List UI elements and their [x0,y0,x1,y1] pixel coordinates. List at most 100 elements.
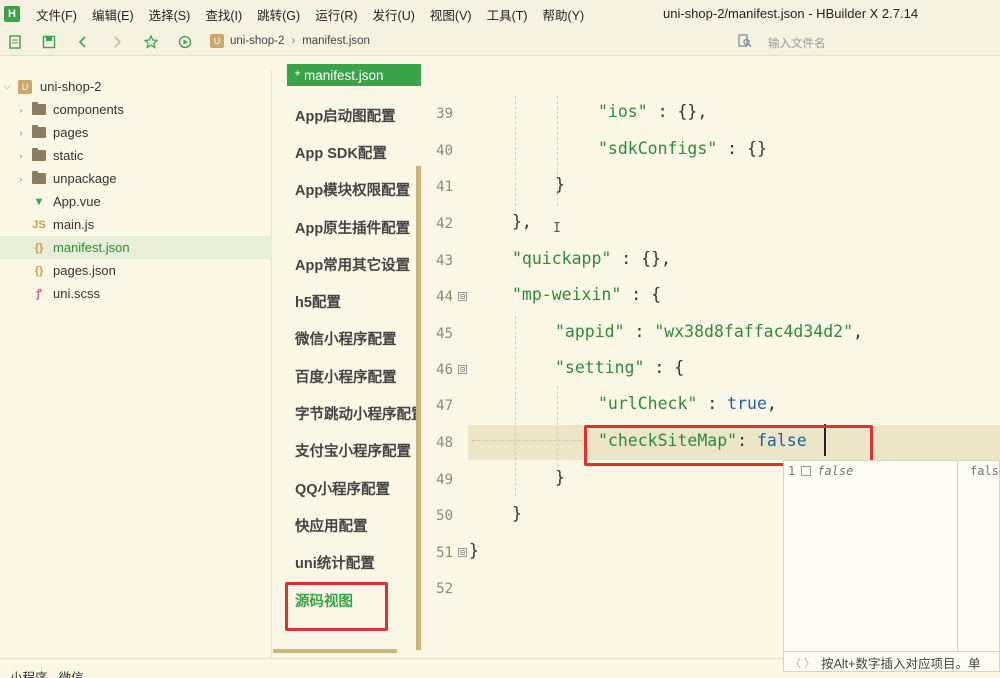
tab-manifest-json[interactable]: * manifest.json [287,64,421,86]
menu-edit[interactable]: 编辑(E) [92,5,134,24]
tree-item[interactable]: {} pages.json [0,259,272,282]
nav-uni-stat[interactable]: uni统计配置 [295,552,419,572]
mouse-ibeam-icon: I [553,221,561,236]
new-file-icon[interactable] [8,34,22,49]
line-number: 50 [436,508,453,524]
json-bool-value: true [727,394,767,413]
highlight-box-source-view [285,582,388,631]
nav-alipay[interactable]: 支付宝小程序配置 [295,440,419,460]
tree-item-label: static [53,148,84,163]
code-line: } [555,468,565,487]
json-key: "setting" [555,358,645,377]
autocomplete-index: 1 [788,464,796,478]
tree-project-root[interactable]: ⌵ U uni-shop-2 [0,75,272,98]
json-punct: : [697,394,728,413]
json-punct: : { [621,285,662,304]
folder-icon [32,148,46,161]
code-line: "setting" : { [555,358,684,377]
nav-weixin[interactable]: 微信小程序配置 [295,328,419,348]
nav-app-sdk[interactable]: App SDK配置 [295,142,419,162]
autocomplete-divider [957,461,958,651]
tree-item-selected[interactable]: {} manifest.json [0,236,272,259]
chevron-down-icon[interactable]: ⌵ [2,81,12,92]
file-search-icon [738,34,752,51]
json-key: "ios" [598,102,648,121]
nav-quickapp[interactable]: 快应用配置 [295,515,419,535]
fold-toggle-icon[interactable]: ⊟ [458,548,467,557]
fold-toggle-icon[interactable]: ⊟ [458,292,467,301]
code-line: } [512,504,522,523]
json-file-icon: {} [34,241,44,254]
menu-view[interactable]: 视图(V) [430,5,472,24]
bottom-status: 小程序 - 微信 [0,658,783,678]
tree-item[interactable]: JS main.js [0,213,272,236]
menu-file[interactable]: 文件(F) [36,5,77,24]
file-search-input[interactable]: 输入文件名 [768,35,826,51]
tree-item[interactable]: › static [0,144,272,167]
vue-file-icon: ▼ [33,195,45,208]
breadcrumb-file[interactable]: manifest.json [302,35,370,47]
star-icon[interactable] [144,34,158,49]
nav-h5[interactable]: h5配置 [295,291,419,311]
nav-toutiao[interactable]: 字节跳动小程序配置 [295,403,419,423]
back-icon[interactable] [76,35,90,49]
tree-item-label: pages.json [53,263,116,278]
chevron-right-icon[interactable]: › [16,105,26,115]
tree-item[interactable]: › components [0,98,272,121]
menu-select[interactable]: 选择(S) [149,5,191,24]
chevron-right-icon[interactable]: › [16,151,26,161]
fold-toggle-icon[interactable]: ⊟ [458,365,467,374]
json-punct: , [766,394,777,413]
menu-run[interactable]: 运行(R) [315,5,357,24]
breadcrumb-project[interactable]: uni-shop-2 [230,35,284,47]
line-number: 41 [436,179,453,195]
menu-find[interactable]: 查找(I) [205,5,242,24]
folder-icon [32,171,46,184]
chevron-right-icon[interactable]: › [16,128,26,138]
tree-item-label: uni.scss [53,286,100,301]
autocomplete-detail: false [970,464,1000,478]
autocomplete-item[interactable]: 1 false [788,464,853,478]
menu-publish[interactable]: 发行(U) [373,5,415,24]
json-punct: : { [644,358,685,377]
tree-project-label: uni-shop-2 [40,79,102,94]
line-number: 43 [436,253,453,269]
file-search[interactable]: 输入文件名 [738,34,826,51]
chevron-left-right-icon[interactable]: 〈 〉 [790,655,815,671]
chevron-right-icon[interactable]: › [16,174,26,184]
tree-item[interactable]: › unpackage [0,167,272,190]
line-number: 42 [436,216,453,232]
menu-bar: H 文件(F) 编辑(E) 选择(S) 查找(I) 跳转(G) 运行(R) 发行… [0,0,1000,28]
keyword-icon [801,466,812,476]
tree-item-label: App.vue [53,194,101,209]
save-icon[interactable] [42,35,56,49]
nav-app-plugin[interactable]: App原生插件配置 [295,217,419,237]
forward-icon[interactable] [110,35,124,49]
json-string-value: "wx38d8faffac4d34d2" [654,322,854,341]
nav-app-other[interactable]: App常用其它设置 [295,254,419,274]
line-number: 52 [436,581,453,597]
json-key: "urlCheck" [598,394,698,413]
tree-item-label: components [53,102,124,117]
json-punct: , [853,322,863,341]
tree-item[interactable]: › pages [0,121,272,144]
menu-goto[interactable]: 跳转(G) [257,5,300,24]
json-key: "quickapp" [512,249,612,268]
scss-file-icon: ꝭ [36,288,42,300]
nav-app-module[interactable]: App模块权限配置 [295,179,419,199]
indent-guide [557,386,558,466]
code-line: "sdkConfigs" : {} [598,139,767,158]
nav-qq[interactable]: QQ小程序配置 [295,478,419,498]
tree-item[interactable]: ꝭ uni.scss [0,282,272,305]
line-number: 39 [436,106,453,122]
json-file-icon: {} [34,264,44,277]
nav-baidu[interactable]: 百度小程序配置 [295,366,419,386]
menu-help[interactable]: 帮助(Y) [543,5,585,24]
run-icon[interactable] [178,35,192,49]
chevron-right-icon: › [291,35,296,47]
window-title: uni-shop-2/manifest.json - HBuilder X 2.… [663,6,919,21]
nav-app-splash[interactable]: App启动图配置 [295,105,419,125]
line-number: 44 [436,289,453,305]
tree-item[interactable]: ▼ App.vue [0,190,272,213]
menu-tools[interactable]: 工具(T) [487,5,528,24]
